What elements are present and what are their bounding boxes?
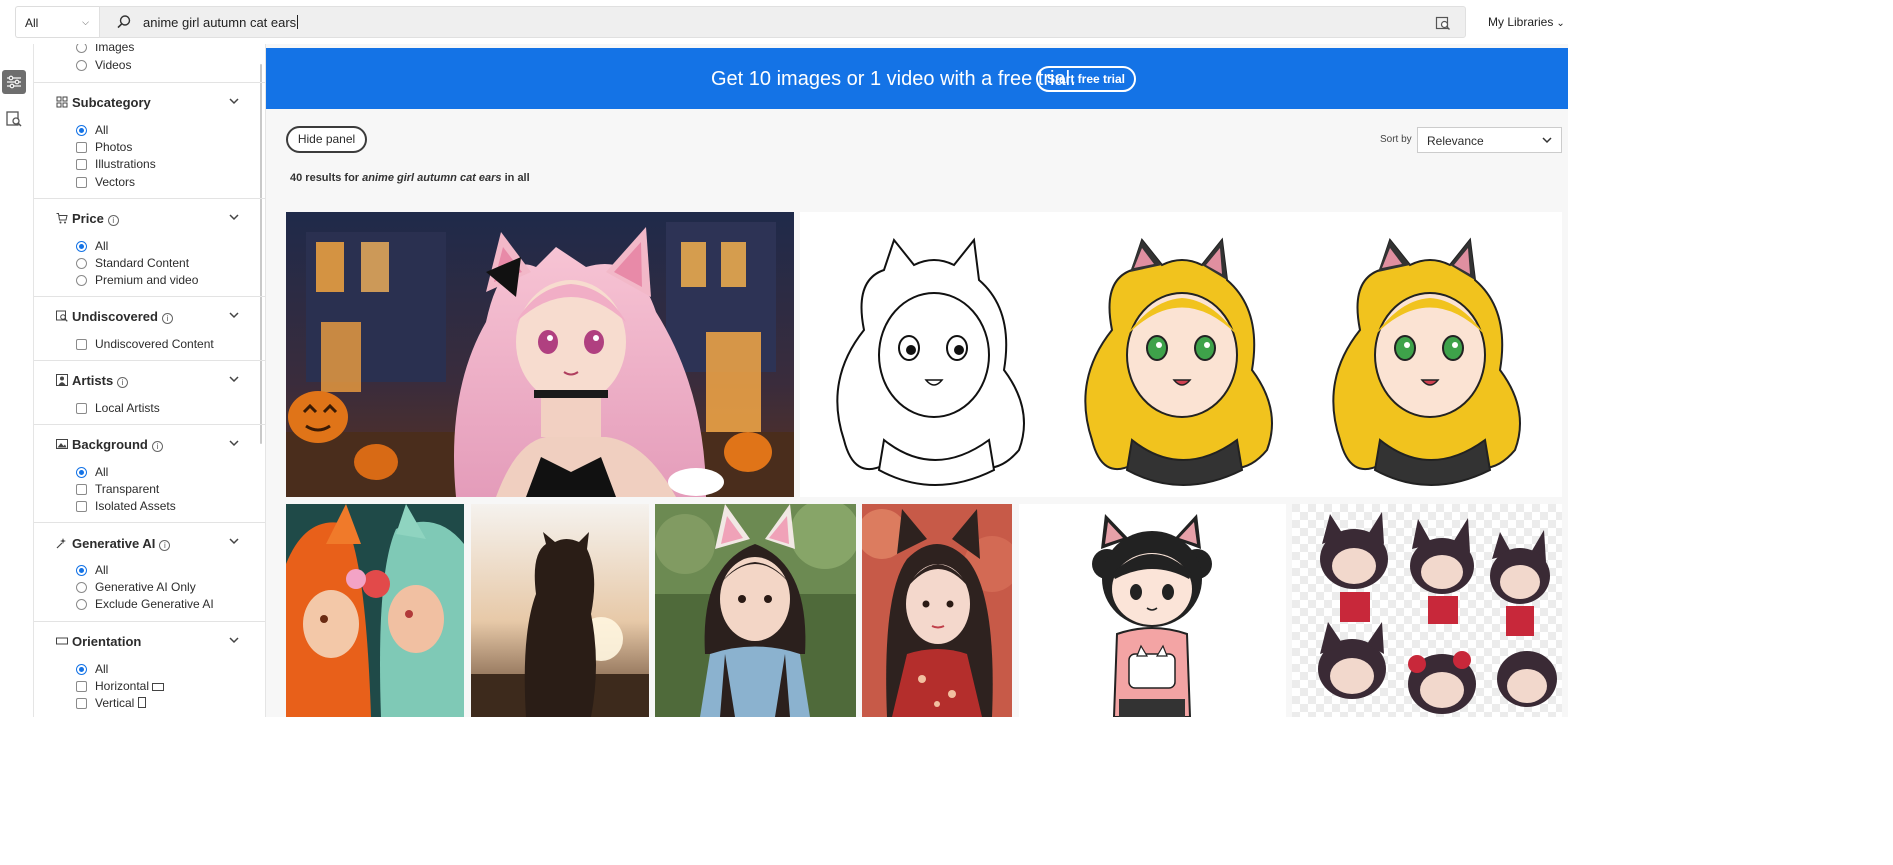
artist-icon [56,374,68,386]
chevron-down-icon[interactable] [229,310,239,320]
chevron-down-icon[interactable] [229,212,239,222]
search-scope-dropdown[interactable]: All ⌵ [15,6,99,38]
filters-toggle-button[interactable] [2,70,26,94]
search-query: anime girl autumn cat ears [143,15,297,30]
filter-section-orientation: Orientation All Horizontal Vertical [34,621,265,717]
search-input[interactable]: anime girl autumn cat ears [99,6,1466,38]
visual-search-icon[interactable] [1435,15,1451,31]
hide-panel-button[interactable]: Hide panel [286,126,367,153]
anime-cat-girl-halloween-image [286,212,794,497]
filter-heading-undiscovered[interactable]: Undiscovered i [56,309,173,324]
filter-section-subcategory: Subcategory All Photos Illustrations Vec… [34,82,265,198]
left-rail [0,44,34,717]
filter-heading-background[interactable]: Background i [56,437,163,452]
chibi-cat-girl-sweater-image [1019,504,1286,717]
sort-label: Sort by [1380,134,1412,145]
sparkle-icon [56,538,66,549]
image-icon [56,439,68,449]
free-trial-banner: Get 10 images or 1 video with a free tri… [266,48,1568,109]
result-image-4[interactable] [471,504,649,717]
my-libraries-menu[interactable]: My Libraries ⌄ [1488,15,1565,29]
result-image-1[interactable] [286,212,794,497]
chevron-down-icon[interactable] [229,438,239,448]
sort-value: Relevance [1427,134,1484,148]
banner-text: Get 10 images or 1 video with a free tri… [711,68,1076,90]
result-image-5[interactable] [655,504,856,717]
filter-section-artists: Artists i Local Artists [34,360,265,424]
result-image-8[interactable] [1292,504,1562,717]
silhouette-cat-ears-sunset-image [471,504,649,717]
result-image-3[interactable] [286,504,464,717]
grid-icon [56,96,68,108]
filter-heading-orientation[interactable]: Orientation [56,634,141,649]
chibi-wolf-girl-sticker-set-image [1292,504,1562,717]
two-fox-girls-image [286,504,464,717]
sliders-icon [7,75,21,89]
image-search-icon[interactable] [5,110,23,128]
result-image-7[interactable] [1019,504,1286,717]
search-scope-value: All [25,16,39,30]
results-area: Get 10 images or 1 video with a free tri… [266,44,1568,717]
cart-icon [56,213,68,224]
sort-dropdown[interactable]: Relevance [1417,127,1562,153]
chevron-down-icon[interactable] [229,374,239,384]
info-icon[interactable]: i [161,313,173,324]
cat-ear-girl-vector-set-image [800,212,1562,497]
chevron-down-icon[interactable] [229,635,239,645]
top-bar: All ⌵ anime girl autumn cat ears My Libr… [0,0,1568,44]
result-image-2[interactable] [800,212,1562,497]
result-image-6[interactable] [862,504,1012,717]
filter-heading-price[interactable]: Price i [56,211,119,226]
filter-section-background: Background i All Transparent Isolated Ass… [34,424,265,522]
filter-heading-artists[interactable]: Artists i [56,373,129,388]
info-icon[interactable]: i [107,215,119,226]
chevron-down-icon[interactable] [229,96,239,106]
filter-panel: Images Videos Subcategory All Photos Ill… [34,44,266,717]
chevron-down-icon[interactable] [229,536,239,546]
filter-heading-subcategory[interactable]: Subcategory [56,95,151,110]
filter-section-price: Price i All Standard Content Premium and … [34,198,265,296]
vertical-icon [137,697,146,708]
chevron-down-icon: ⌵ [82,17,89,27]
horizontal-icon [152,683,165,691]
chevron-down-icon: ⌄ [1556,18,1565,29]
chevron-down-icon [1542,137,1552,144]
discover-icon [56,310,68,322]
search-icon [117,15,131,29]
filter-section-generative-ai: Generative AI i All Generative AI Only Ex… [34,522,265,621]
results-count: 40 results for anime girl autumn cat ear… [290,172,530,184]
info-icon[interactable]: i [159,540,171,551]
filter-section-undiscovered: Undiscovered i Undiscovered Content [34,296,265,360]
girl-kimono-cat-ears-autumn-image [862,504,1012,717]
orientation-icon [56,637,68,645]
filter-heading-generative-ai[interactable]: Generative AI i [56,536,171,551]
cosplay-girl-cat-ears-park-image [655,504,856,717]
info-icon[interactable]: i [151,441,163,452]
my-libraries-label: My Libraries [1488,15,1554,29]
start-free-trial-button[interactable]: Start free trial [1036,66,1136,92]
info-icon[interactable]: i [117,377,129,388]
